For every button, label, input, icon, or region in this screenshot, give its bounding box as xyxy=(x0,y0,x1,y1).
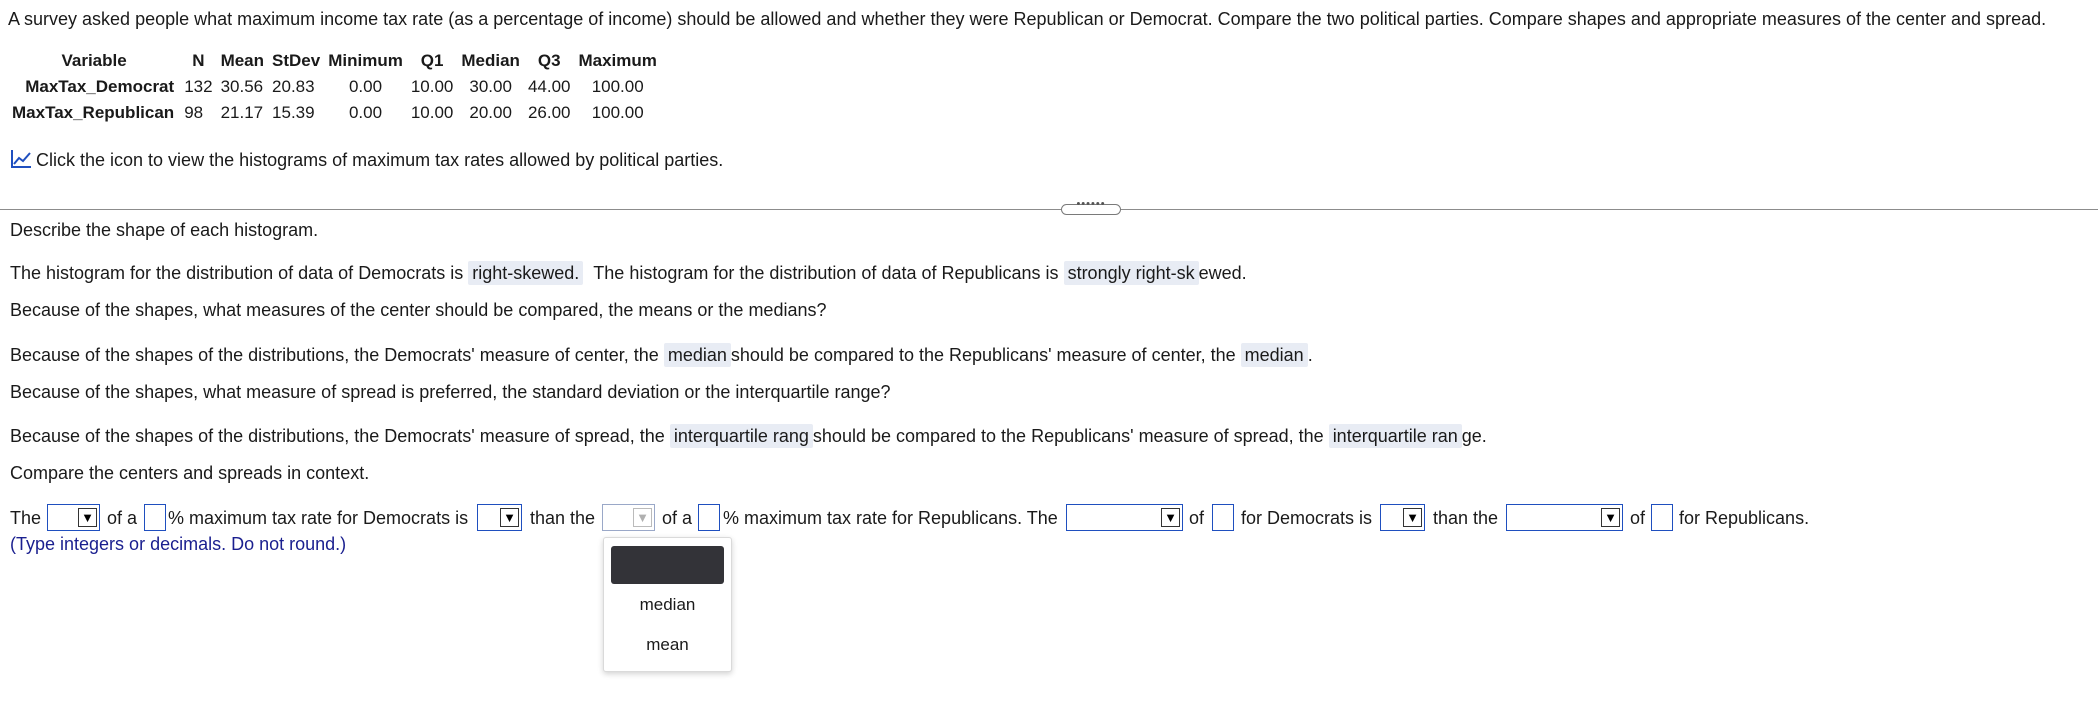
part1-answer-line: The histogram for the distribution of da… xyxy=(10,261,1247,285)
republican-center-answer[interactable]: median xyxy=(1240,343,1308,367)
democrat-spread-input[interactable] xyxy=(1212,504,1234,531)
cell-q1: 10.00 xyxy=(410,103,454,122)
republican-spread-answer-rest: ge. xyxy=(1461,426,1487,446)
stats-table: Variable N Mean StDev Minimum Q1 Median … xyxy=(8,48,661,126)
democrat-center-answer[interactable]: median xyxy=(663,343,731,367)
header-minimum: Minimum xyxy=(328,51,403,70)
cell-minimum: 0.00 xyxy=(348,103,383,122)
part4-text-6: % maximum tax rate for Republicans. The xyxy=(723,508,1058,528)
chart-line-icon[interactable] xyxy=(10,149,32,174)
cell-stdev: 20.83 xyxy=(272,77,315,96)
row-variable: MaxTax_Republican xyxy=(12,103,175,122)
header-variable: Variable xyxy=(61,51,127,70)
part3-answer-line: Because of the shapes of the distributio… xyxy=(10,424,1487,448)
part4-text-7: of xyxy=(1189,508,1205,528)
comparison-select-1[interactable]: ▼ xyxy=(477,504,522,531)
cell-q1: 10.00 xyxy=(410,77,454,96)
part2-sentence-b: should be compared to the Republicans' m… xyxy=(730,345,1236,365)
cell-n: 132 xyxy=(184,77,213,96)
part4-text-11: for Republicans. xyxy=(1679,508,1810,528)
part3-sentence-a: Because of the shapes of the distributio… xyxy=(10,426,665,446)
part4-text-4: than the xyxy=(530,508,596,528)
republican-spread-answer[interactable]: interquartile ran xyxy=(1328,424,1462,448)
row-variable: MaxTax_Democrat xyxy=(25,77,175,96)
header-q1: Q1 xyxy=(420,51,444,70)
dropdown-option-blank[interactable] xyxy=(611,546,724,584)
part1-sentence-b: The histogram for the distribution of da… xyxy=(593,263,1059,283)
spread-measure-select-2[interactable]: ▼ xyxy=(1506,504,1623,531)
histogram-link[interactable]: Click the icon to view the histograms of… xyxy=(10,149,723,174)
chevron-down-icon[interactable]: ▼ xyxy=(1161,508,1180,527)
part3-prompt: Because of the shapes, what measure of s… xyxy=(10,382,891,402)
cell-q3: 44.00 xyxy=(527,77,571,96)
question-text: A survey asked people what maximum incom… xyxy=(8,9,2047,29)
chevron-down-icon[interactable]: ▼ xyxy=(1403,508,1422,527)
republican-spread-input[interactable] xyxy=(1651,504,1673,531)
part4-text-9: than the xyxy=(1433,508,1499,528)
cell-stdev: 15.39 xyxy=(272,103,315,122)
cell-n: 98 xyxy=(184,103,204,122)
republican-measure-select[interactable]: ▼ xyxy=(602,504,655,531)
header-stdev: StDev xyxy=(272,51,321,70)
instruction-hint: (Type integers or decimals. Do not round… xyxy=(10,534,347,554)
dropdown-option-median[interactable]: median xyxy=(604,595,731,615)
chevron-down-icon[interactable]: ▼ xyxy=(1601,508,1620,527)
header-q3: Q3 xyxy=(537,51,561,70)
part2-sentence-a: Because of the shapes of the distributio… xyxy=(10,345,659,365)
cell-minimum: 0.00 xyxy=(348,77,383,96)
header-n: N xyxy=(192,51,205,70)
table-row: MaxTax_Democrat 132 30.56 20.83 0.00 10.… xyxy=(8,74,661,100)
part3-sentence-b: should be compared to the Republicans' m… xyxy=(812,426,1324,446)
republican-rate-input-1[interactable] xyxy=(698,504,720,531)
part2-end: . xyxy=(1307,345,1313,365)
democrat-rate-input-1[interactable] xyxy=(144,504,166,531)
cell-mean: 21.17 xyxy=(220,103,264,122)
part4-text-2: of a xyxy=(107,508,138,528)
table-header-row: Variable N Mean StDev Minimum Q1 Median … xyxy=(8,48,661,74)
chevron-down-icon[interactable]: ▼ xyxy=(78,508,97,527)
cell-mean: 30.56 xyxy=(220,77,264,96)
cell-maximum: 100.00 xyxy=(591,77,644,96)
republican-shape-answer-rest: ewed. xyxy=(1198,263,1247,283)
democrat-measure-select[interactable]: ▼ xyxy=(47,504,100,531)
cell-q3: 26.00 xyxy=(527,103,571,122)
cell-median: 30.00 xyxy=(469,77,512,96)
part2-answer-line: Because of the shapes of the distributio… xyxy=(10,343,1313,367)
cell-maximum: 100.00 xyxy=(591,103,644,122)
part4-text-1: The xyxy=(10,508,42,528)
democrat-shape-answer[interactable]: right-skewed. xyxy=(468,261,584,285)
section-divider xyxy=(0,209,2098,210)
header-maximum: Maximum xyxy=(578,51,657,70)
part4-prompt: Compare the centers and spreads in conte… xyxy=(10,463,370,483)
part2-prompt: Because of the shapes, what measures of … xyxy=(10,300,827,320)
header-mean: Mean xyxy=(220,51,265,70)
chevron-down-icon[interactable]: ▼ xyxy=(633,508,652,527)
spread-measure-select-1[interactable]: ▼ xyxy=(1066,504,1183,531)
part1-prompt: Describe the shape of each histogram. xyxy=(10,220,319,240)
part1-sentence-a: The histogram for the distribution of da… xyxy=(10,263,464,283)
republican-shape-answer[interactable]: strongly right-sk xyxy=(1063,261,1199,285)
histogram-link-text[interactable]: Click the icon to view the histograms of… xyxy=(36,150,723,170)
comparison-select-2[interactable]: ▼ xyxy=(1380,504,1425,531)
table-row: MaxTax_Republican 98 21.17 15.39 0.00 10… xyxy=(8,100,661,126)
resize-handle[interactable]: •••••• xyxy=(1061,198,1121,215)
measure-dropdown-menu: median mean xyxy=(603,537,732,672)
part4-text-3: % maximum tax rate for Democrats is xyxy=(168,508,469,528)
chevron-down-icon[interactable]: ▼ xyxy=(500,508,519,527)
dropdown-option-mean[interactable]: mean xyxy=(604,635,731,655)
democrat-spread-answer[interactable]: interquartile rang xyxy=(669,424,813,448)
part4-text-8: for Democrats is xyxy=(1241,508,1373,528)
header-median: Median xyxy=(461,51,520,70)
part4-text-5: of a xyxy=(662,508,693,528)
cell-median: 20.00 xyxy=(469,103,512,122)
part4-text-10: of xyxy=(1630,508,1646,528)
